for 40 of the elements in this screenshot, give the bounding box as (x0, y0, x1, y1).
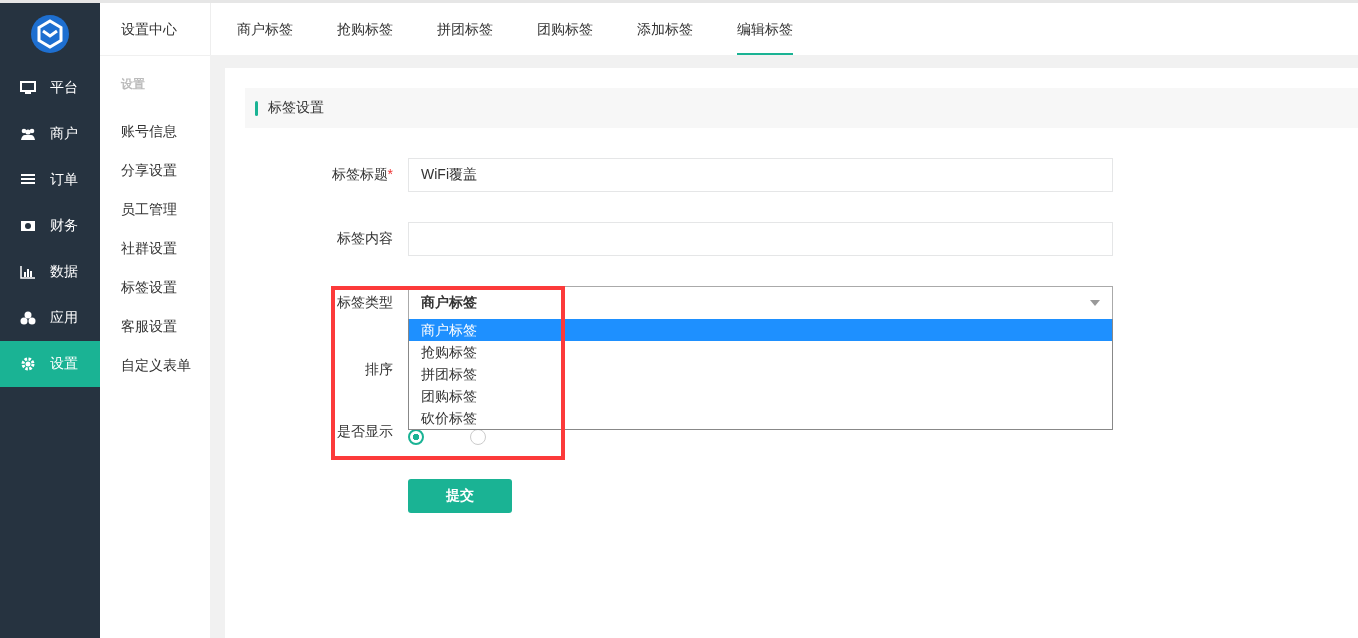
tab[interactable]: 添加标签 (637, 3, 693, 55)
field-label: 标签内容 (336, 230, 394, 248)
submenu-item[interactable]: 标签设置 (100, 268, 210, 307)
submenu-item[interactable]: 账号信息 (100, 112, 210, 151)
section-heading: 设置 (119, 76, 146, 93)
nav-item[interactable]: 应用 (0, 295, 100, 341)
field-label: 是否显示 (336, 423, 394, 441)
submenu-item[interactable]: 员工管理 (100, 190, 210, 229)
tab[interactable]: 编辑标签 (737, 3, 793, 55)
nav-item[interactable]: 商户 (0, 111, 100, 157)
submenu-item[interactable]: 分享设置 (100, 151, 210, 190)
users-icon (20, 126, 36, 142)
nav-item[interactable]: 数据 (0, 249, 100, 295)
settings-icon (20, 356, 36, 372)
tab[interactable]: 抢购标签 (337, 3, 393, 55)
submenu-item[interactable]: 社群设置 (100, 229, 210, 268)
dropdown-option[interactable]: 砍价标签 (409, 407, 1112, 429)
nav-item[interactable]: 财务 (0, 203, 100, 249)
monitor-icon (20, 80, 36, 96)
caret-icon (1090, 300, 1100, 306)
tab[interactable]: 团购标签 (537, 3, 593, 55)
field-label: 标签标题* (330, 166, 394, 184)
submenu-item[interactable]: 客服设置 (100, 307, 210, 346)
nav-item[interactable]: 订单 (0, 157, 100, 203)
logo-icon (31, 15, 69, 53)
field-label: 排序 (364, 361, 394, 379)
dropdown-option[interactable]: 团购标签 (409, 385, 1112, 407)
nav-item[interactable]: 平台 (0, 65, 100, 111)
dropdown-option[interactable]: 拼团标签 (409, 363, 1112, 385)
tab[interactable]: 拼团标签 (437, 3, 493, 55)
tab[interactable]: 商户标签 (237, 3, 293, 55)
section-title: 标签设置 (268, 99, 324, 117)
cubes-icon (20, 310, 36, 326)
dropdown-option[interactable]: 抢购标签 (409, 341, 1112, 363)
bar-chart-icon (20, 264, 36, 280)
text-field[interactable] (408, 222, 1113, 256)
banknote-icon (20, 218, 36, 234)
text-field[interactable]: WiFi覆盖 (408, 158, 1113, 192)
field-label: 标签类型 (336, 294, 394, 312)
submenu-item[interactable]: 自定义表单 (100, 346, 210, 385)
